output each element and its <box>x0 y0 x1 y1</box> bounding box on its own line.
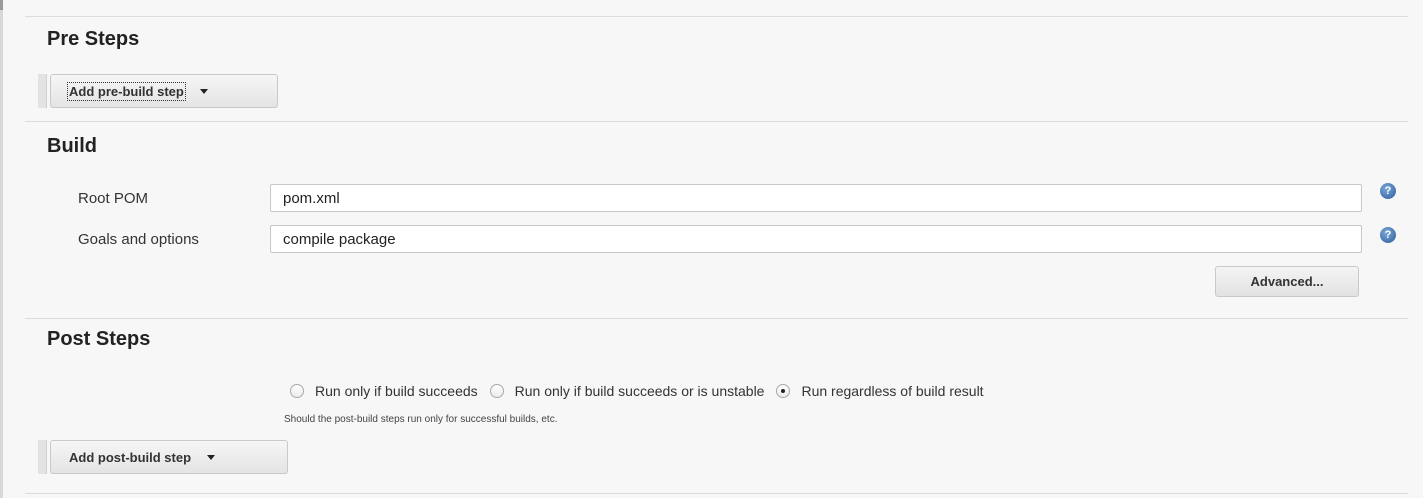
help-icon[interactable]: ? <box>1380 227 1396 243</box>
radio-run-if-succeeds[interactable]: Run only if build succeeds <box>290 383 478 399</box>
section-divider <box>25 121 1408 122</box>
post-steps-hint: Should the post-build steps run only for… <box>284 414 558 425</box>
radio-label: Run only if build succeeds <box>315 383 478 399</box>
chevron-down-icon <box>199 88 208 94</box>
radio-button[interactable] <box>489 384 504 398</box>
root-pom-label: Root POM <box>78 190 149 207</box>
post-steps-run-condition: Run only if build succeeds Run only if b… <box>290 383 996 399</box>
radio-label: Run regardless of build result <box>801 383 984 399</box>
radio-run-if-succeeds-or-unstable[interactable]: Run only if build succeeds or is unstabl… <box>489 383 765 399</box>
radio-run-regardless[interactable]: Run regardless of build result <box>776 383 984 399</box>
goals-options-input[interactable] <box>270 225 1362 253</box>
radio-button[interactable] <box>290 384 304 398</box>
drag-handle[interactable] <box>38 440 47 474</box>
section-divider <box>25 16 1408 17</box>
pre-build-step-control: Add pre-build step <box>38 74 278 108</box>
help-icon[interactable]: ? <box>1380 183 1396 199</box>
drag-handle[interactable] <box>38 74 47 108</box>
section-divider <box>25 318 1408 319</box>
post-steps-title: Post Steps <box>47 328 151 350</box>
add-post-build-step-label: Add post-build step <box>69 449 192 465</box>
pre-steps-title: Pre Steps <box>47 28 140 50</box>
add-pre-build-step-button[interactable]: Add pre-build step <box>50 74 278 108</box>
goals-options-label: Goals and options <box>78 231 199 248</box>
section-divider <box>25 493 1408 494</box>
radio-button-selected[interactable] <box>776 384 791 398</box>
advanced-button[interactable]: Advanced... <box>1215 266 1359 297</box>
add-post-build-step-button[interactable]: Add post-build step <box>50 440 288 474</box>
left-rail-marker <box>0 0 3 10</box>
post-build-step-control: Add post-build step <box>38 440 288 474</box>
build-title: Build <box>47 135 97 157</box>
radio-label: Run only if build succeeds or is unstabl… <box>514 383 765 399</box>
chevron-down-icon <box>207 454 216 460</box>
add-pre-build-step-label: Add pre-build step <box>65 80 188 103</box>
left-rail <box>0 0 3 498</box>
root-pom-input[interactable] <box>270 184 1362 212</box>
